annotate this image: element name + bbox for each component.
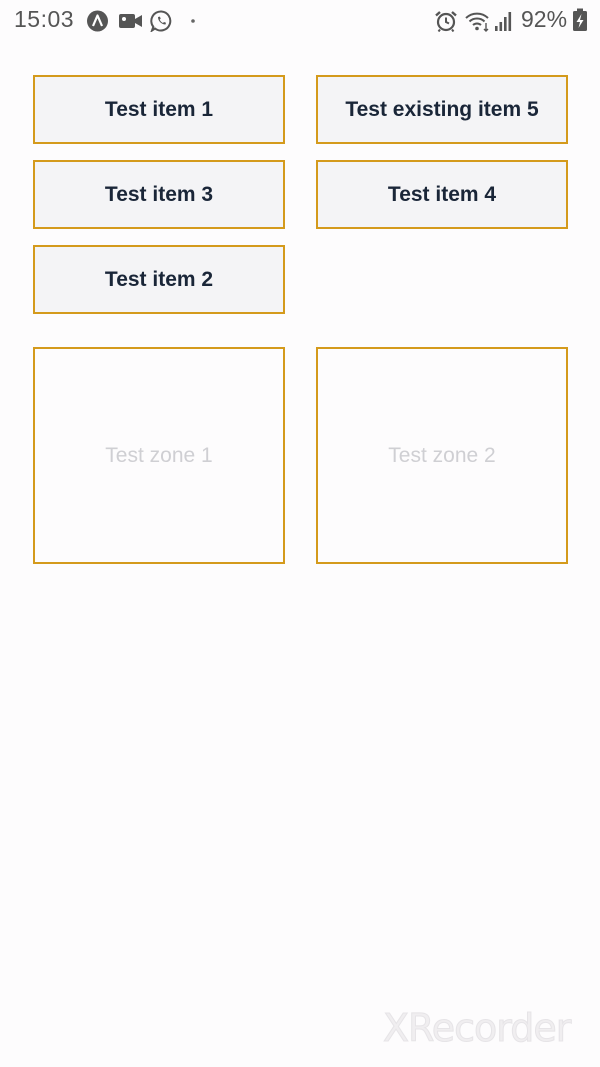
test-item-2[interactable]: Test item 2 [33,245,285,314]
battery-percentage: 92% [521,6,568,32]
whatsapp-icon [150,10,172,32]
test-item-1[interactable]: Test item 1 [33,75,285,144]
test-item-3[interactable]: Test item 3 [33,160,285,229]
video-camera-icon [119,14,142,28]
status-time: 15:03 [14,6,75,32]
dot-icon [191,19,195,23]
test-zone-2[interactable]: Test zone 2 [316,347,568,564]
test-item-4[interactable]: Test item 4 [316,160,568,229]
test-existing-item-5[interactable]: Test existing item 5 [316,75,568,144]
xrecorder-watermark: XRecorder [382,1006,571,1051]
alarm-icon [435,11,457,32]
wifi-icon [465,12,489,32]
signal-icon [495,12,512,31]
test-zone-1[interactable]: Test zone 1 [33,347,285,564]
status-bar: 15:03 92% [0,0,600,42]
battery-charging-icon [573,8,587,31]
app-a-icon [87,10,108,32]
